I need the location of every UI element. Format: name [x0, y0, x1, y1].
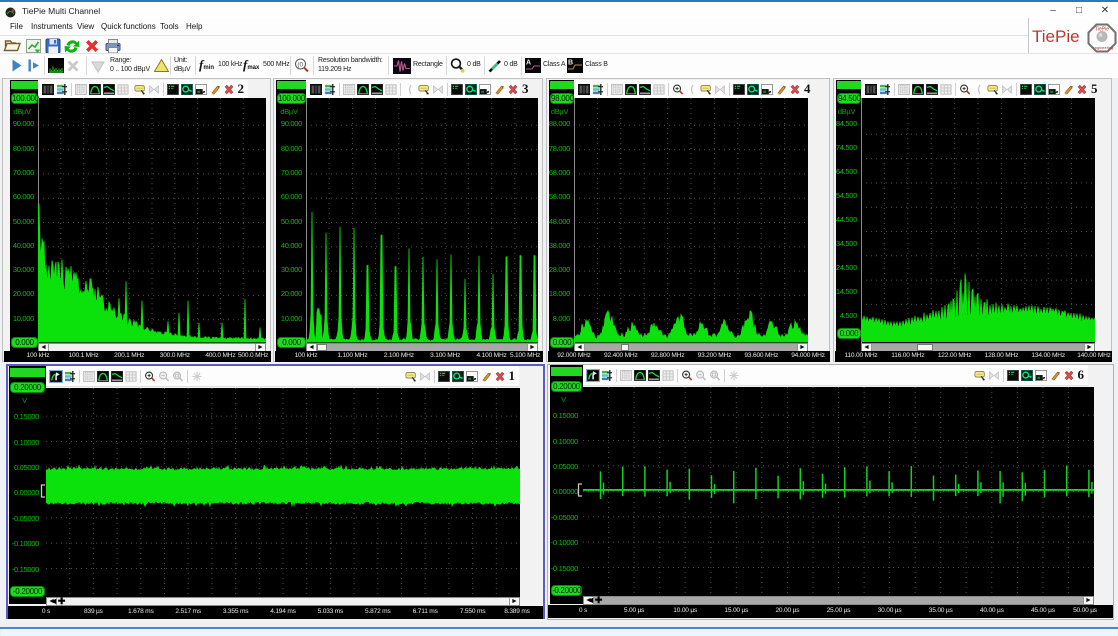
- svg-text:(0: (0: [297, 62, 303, 69]
- svg-text:B: B: [568, 60, 573, 67]
- svg-text:A: A: [526, 60, 531, 67]
- svg-text:engineering: engineering: [1093, 45, 1114, 50]
